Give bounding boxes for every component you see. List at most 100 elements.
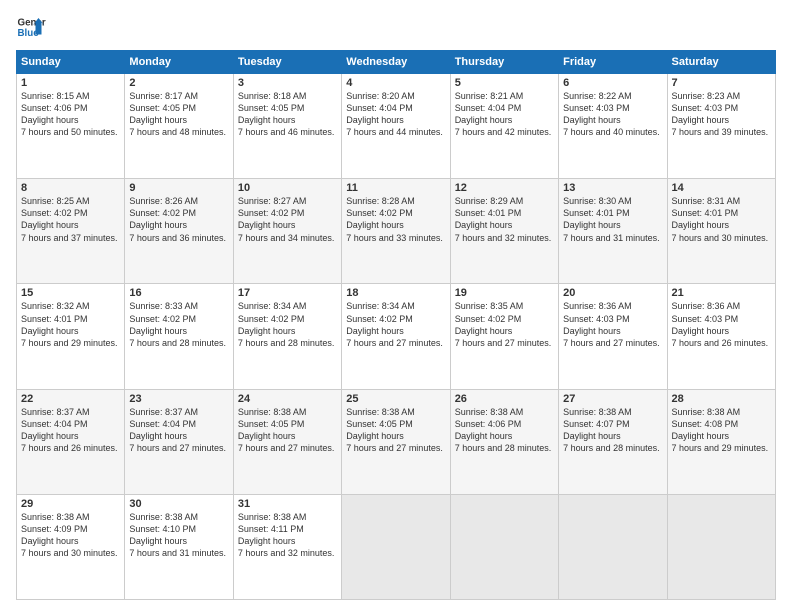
- day-info: Sunrise: 8:18 AM Sunset: 4:05 PM Dayligh…: [238, 90, 337, 139]
- day-info: Sunrise: 8:37 AM Sunset: 4:04 PM Dayligh…: [21, 406, 120, 455]
- calendar-cell: 9 Sunrise: 8:26 AM Sunset: 4:02 PM Dayli…: [125, 179, 233, 284]
- day-info: Sunrise: 8:27 AM Sunset: 4:02 PM Dayligh…: [238, 195, 337, 244]
- day-info: Sunrise: 8:38 AM Sunset: 4:07 PM Dayligh…: [563, 406, 662, 455]
- day-number: 6: [563, 77, 662, 89]
- calendar-cell: 28 Sunrise: 8:38 AM Sunset: 4:08 PM Dayl…: [667, 389, 775, 494]
- calendar-cell: 1 Sunrise: 8:15 AM Sunset: 4:06 PM Dayli…: [17, 74, 125, 179]
- day-info: Sunrise: 8:21 AM Sunset: 4:04 PM Dayligh…: [455, 90, 554, 139]
- calendar-week: 22 Sunrise: 8:37 AM Sunset: 4:04 PM Dayl…: [17, 389, 776, 494]
- day-info: Sunrise: 8:23 AM Sunset: 4:03 PM Dayligh…: [672, 90, 771, 139]
- calendar-cell: [559, 494, 667, 599]
- weekday-header: Wednesday: [342, 51, 450, 74]
- calendar-cell: 14 Sunrise: 8:31 AM Sunset: 4:01 PM Dayl…: [667, 179, 775, 284]
- day-info: Sunrise: 8:31 AM Sunset: 4:01 PM Dayligh…: [672, 195, 771, 244]
- weekday-header: Tuesday: [233, 51, 341, 74]
- calendar-cell: 22 Sunrise: 8:37 AM Sunset: 4:04 PM Dayl…: [17, 389, 125, 494]
- day-number: 24: [238, 393, 337, 405]
- day-number: 16: [129, 287, 228, 299]
- weekday-header: Monday: [125, 51, 233, 74]
- day-info: Sunrise: 8:22 AM Sunset: 4:03 PM Dayligh…: [563, 90, 662, 139]
- calendar-cell: 30 Sunrise: 8:38 AM Sunset: 4:10 PM Dayl…: [125, 494, 233, 599]
- calendar-cell: 5 Sunrise: 8:21 AM Sunset: 4:04 PM Dayli…: [450, 74, 558, 179]
- day-info: Sunrise: 8:34 AM Sunset: 4:02 PM Dayligh…: [238, 300, 337, 349]
- calendar-cell: 7 Sunrise: 8:23 AM Sunset: 4:03 PM Dayli…: [667, 74, 775, 179]
- day-info: Sunrise: 8:37 AM Sunset: 4:04 PM Dayligh…: [129, 406, 228, 455]
- calendar-cell: 12 Sunrise: 8:29 AM Sunset: 4:01 PM Dayl…: [450, 179, 558, 284]
- calendar-cell: 23 Sunrise: 8:37 AM Sunset: 4:04 PM Dayl…: [125, 389, 233, 494]
- day-number: 25: [346, 393, 445, 405]
- day-number: 19: [455, 287, 554, 299]
- calendar-week: 29 Sunrise: 8:38 AM Sunset: 4:09 PM Dayl…: [17, 494, 776, 599]
- day-number: 14: [672, 182, 771, 194]
- calendar-cell: 6 Sunrise: 8:22 AM Sunset: 4:03 PM Dayli…: [559, 74, 667, 179]
- day-number: 17: [238, 287, 337, 299]
- day-info: Sunrise: 8:26 AM Sunset: 4:02 PM Dayligh…: [129, 195, 228, 244]
- day-info: Sunrise: 8:15 AM Sunset: 4:06 PM Dayligh…: [21, 90, 120, 139]
- calendar-cell: 24 Sunrise: 8:38 AM Sunset: 4:05 PM Dayl…: [233, 389, 341, 494]
- day-number: 18: [346, 287, 445, 299]
- day-number: 12: [455, 182, 554, 194]
- day-number: 20: [563, 287, 662, 299]
- calendar-week: 15 Sunrise: 8:32 AM Sunset: 4:01 PM Dayl…: [17, 284, 776, 389]
- calendar-cell: 25 Sunrise: 8:38 AM Sunset: 4:05 PM Dayl…: [342, 389, 450, 494]
- calendar-cell: 10 Sunrise: 8:27 AM Sunset: 4:02 PM Dayl…: [233, 179, 341, 284]
- day-info: Sunrise: 8:38 AM Sunset: 4:08 PM Dayligh…: [672, 406, 771, 455]
- day-number: 13: [563, 182, 662, 194]
- calendar-cell: [342, 494, 450, 599]
- day-number: 30: [129, 498, 228, 510]
- calendar-week: 8 Sunrise: 8:25 AM Sunset: 4:02 PM Dayli…: [17, 179, 776, 284]
- day-number: 8: [21, 182, 120, 194]
- calendar-cell: [667, 494, 775, 599]
- calendar-cell: 21 Sunrise: 8:36 AM Sunset: 4:03 PM Dayl…: [667, 284, 775, 389]
- day-info: Sunrise: 8:28 AM Sunset: 4:02 PM Dayligh…: [346, 195, 445, 244]
- day-info: Sunrise: 8:17 AM Sunset: 4:05 PM Dayligh…: [129, 90, 228, 139]
- weekday-header: Friday: [559, 51, 667, 74]
- day-number: 3: [238, 77, 337, 89]
- day-info: Sunrise: 8:33 AM Sunset: 4:02 PM Dayligh…: [129, 300, 228, 349]
- day-info: Sunrise: 8:36 AM Sunset: 4:03 PM Dayligh…: [563, 300, 662, 349]
- day-info: Sunrise: 8:30 AM Sunset: 4:01 PM Dayligh…: [563, 195, 662, 244]
- weekday-header: Sunday: [17, 51, 125, 74]
- calendar-cell: 20 Sunrise: 8:36 AM Sunset: 4:03 PM Dayl…: [559, 284, 667, 389]
- day-number: 15: [21, 287, 120, 299]
- weekday-header: Thursday: [450, 51, 558, 74]
- day-info: Sunrise: 8:35 AM Sunset: 4:02 PM Dayligh…: [455, 300, 554, 349]
- day-number: 27: [563, 393, 662, 405]
- day-info: Sunrise: 8:32 AM Sunset: 4:01 PM Dayligh…: [21, 300, 120, 349]
- svg-text:General: General: [18, 18, 47, 29]
- day-number: 23: [129, 393, 228, 405]
- day-number: 9: [129, 182, 228, 194]
- calendar-cell: 15 Sunrise: 8:32 AM Sunset: 4:01 PM Dayl…: [17, 284, 125, 389]
- day-info: Sunrise: 8:38 AM Sunset: 4:09 PM Dayligh…: [21, 511, 120, 560]
- calendar-cell: 13 Sunrise: 8:30 AM Sunset: 4:01 PM Dayl…: [559, 179, 667, 284]
- calendar-cell: 17 Sunrise: 8:34 AM Sunset: 4:02 PM Dayl…: [233, 284, 341, 389]
- calendar-cell: 4 Sunrise: 8:20 AM Sunset: 4:04 PM Dayli…: [342, 74, 450, 179]
- page: General Blue SundayMondayTuesdayWednesda…: [0, 0, 792, 612]
- day-number: 1: [21, 77, 120, 89]
- day-number: 26: [455, 393, 554, 405]
- calendar-week: 1 Sunrise: 8:15 AM Sunset: 4:06 PM Dayli…: [17, 74, 776, 179]
- calendar-cell: 11 Sunrise: 8:28 AM Sunset: 4:02 PM Dayl…: [342, 179, 450, 284]
- header: General Blue: [16, 12, 776, 42]
- day-info: Sunrise: 8:20 AM Sunset: 4:04 PM Dayligh…: [346, 90, 445, 139]
- calendar-cell: 27 Sunrise: 8:38 AM Sunset: 4:07 PM Dayl…: [559, 389, 667, 494]
- day-number: 7: [672, 77, 771, 89]
- calendar-cell: 16 Sunrise: 8:33 AM Sunset: 4:02 PM Dayl…: [125, 284, 233, 389]
- day-number: 10: [238, 182, 337, 194]
- day-number: 29: [21, 498, 120, 510]
- day-info: Sunrise: 8:34 AM Sunset: 4:02 PM Dayligh…: [346, 300, 445, 349]
- calendar-cell: 19 Sunrise: 8:35 AM Sunset: 4:02 PM Dayl…: [450, 284, 558, 389]
- calendar-cell: 2 Sunrise: 8:17 AM Sunset: 4:05 PM Dayli…: [125, 74, 233, 179]
- calendar-cell: 29 Sunrise: 8:38 AM Sunset: 4:09 PM Dayl…: [17, 494, 125, 599]
- day-info: Sunrise: 8:36 AM Sunset: 4:03 PM Dayligh…: [672, 300, 771, 349]
- calendar-cell: 3 Sunrise: 8:18 AM Sunset: 4:05 PM Dayli…: [233, 74, 341, 179]
- logo-icon: General Blue: [16, 12, 46, 42]
- day-number: 31: [238, 498, 337, 510]
- day-number: 11: [346, 182, 445, 194]
- day-number: 2: [129, 77, 228, 89]
- calendar-cell: 8 Sunrise: 8:25 AM Sunset: 4:02 PM Dayli…: [17, 179, 125, 284]
- weekday-header: Saturday: [667, 51, 775, 74]
- logo: General Blue: [16, 12, 46, 42]
- day-number: 5: [455, 77, 554, 89]
- calendar-cell: 26 Sunrise: 8:38 AM Sunset: 4:06 PM Dayl…: [450, 389, 558, 494]
